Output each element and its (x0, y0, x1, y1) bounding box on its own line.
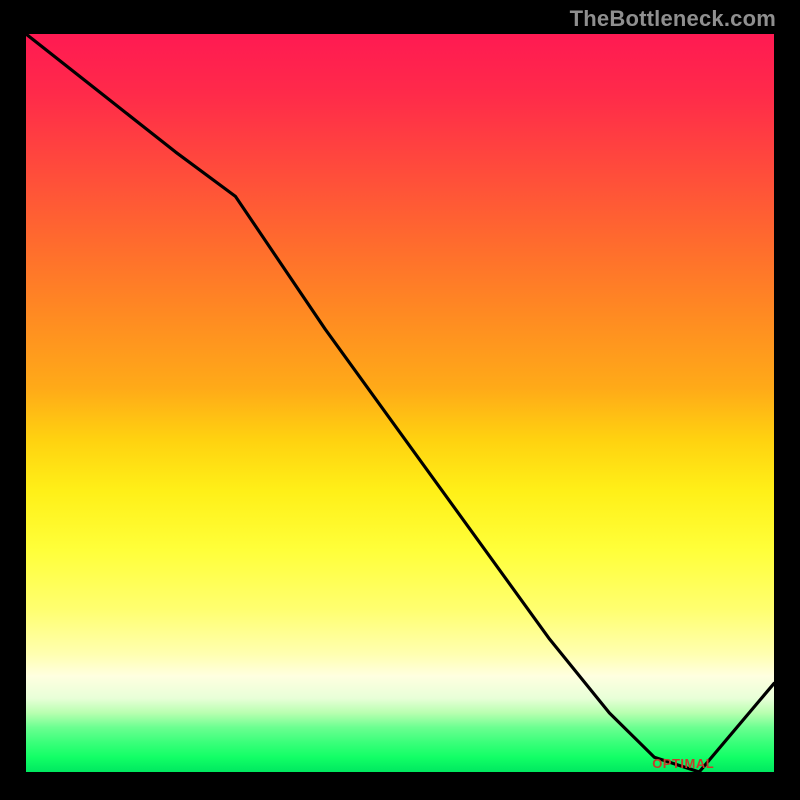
curve-path (26, 34, 774, 772)
plot-area: OPTIMAL (20, 34, 780, 778)
optimal-label: OPTIMAL (652, 756, 714, 771)
chart-frame: TheBottleneck.com OPTIMAL (0, 0, 800, 800)
bottleneck-curve (26, 34, 774, 772)
